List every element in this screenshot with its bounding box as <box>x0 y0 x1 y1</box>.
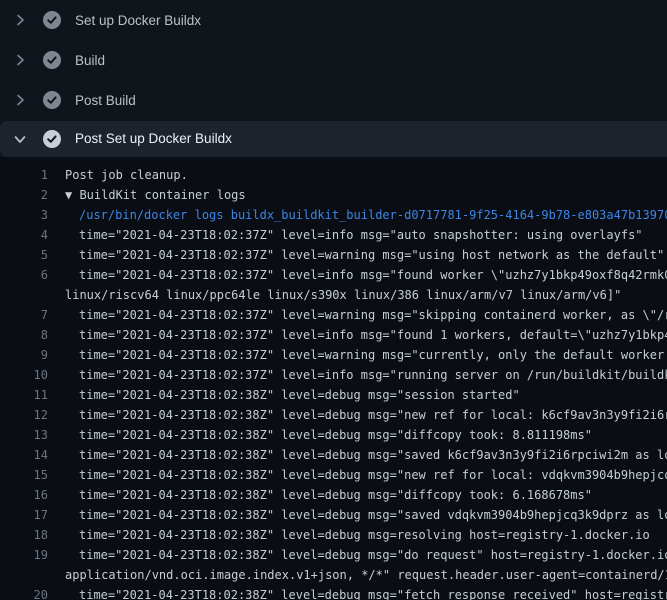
log-line-text: time="2021-04-23T18:02:38Z" level=debug … <box>48 405 667 425</box>
log-line-number[interactable]: 12 <box>0 405 48 425</box>
log-line-text: time="2021-04-23T18:02:38Z" level=debug … <box>48 545 667 565</box>
log-line-number[interactable]: 1 <box>0 165 48 185</box>
log-line-text: time="2021-04-23T18:02:37Z" level=warnin… <box>48 305 667 325</box>
check-circle-icon <box>43 51 61 69</box>
log-line: 7 time="2021-04-23T18:02:37Z" level=warn… <box>0 305 667 325</box>
log-line-text: time="2021-04-23T18:02:38Z" level=debug … <box>48 585 667 600</box>
log-line-number[interactable] <box>0 565 48 585</box>
chevron-right-icon[interactable] <box>12 92 28 108</box>
step-row-post-build[interactable]: Post Build <box>0 80 667 120</box>
log-line-number[interactable]: 18 <box>0 525 48 545</box>
chevron-down-icon[interactable] <box>12 131 28 147</box>
log-line-text: time="2021-04-23T18:02:37Z" level=info m… <box>48 265 667 285</box>
step-row-build[interactable]: Build <box>0 40 667 80</box>
log-line-continuation: linux/riscv64 linux/ppc64le linux/s390x … <box>0 285 667 305</box>
log-line: 11 time="2021-04-23T18:02:38Z" level=deb… <box>0 385 667 405</box>
log-line-number[interactable]: 8 <box>0 325 48 345</box>
check-circle-icon <box>43 11 61 29</box>
step-label: Build <box>75 53 105 68</box>
log-line: 5 time="2021-04-23T18:02:37Z" level=warn… <box>0 245 667 265</box>
log-line-number[interactable]: 4 <box>0 225 48 245</box>
log-line-number[interactable]: 16 <box>0 485 48 505</box>
chevron-right-icon[interactable] <box>12 12 28 28</box>
log-line-text: time="2021-04-23T18:02:38Z" level=debug … <box>48 525 650 545</box>
log-line-number[interactable]: 3 <box>0 205 48 225</box>
log-line: 20 time="2021-04-23T18:02:38Z" level=deb… <box>0 585 667 600</box>
log-line-number[interactable]: 7 <box>0 305 48 325</box>
log-line: 13 time="2021-04-23T18:02:38Z" level=deb… <box>0 425 667 445</box>
log-line: 8 time="2021-04-23T18:02:37Z" level=info… <box>0 325 667 345</box>
log-line-number[interactable]: 20 <box>0 585 48 600</box>
log-line-text: time="2021-04-23T18:02:38Z" level=debug … <box>48 445 667 465</box>
log-line-text: ▼ BuildKit container logs <box>48 185 246 205</box>
step-row-set-up-docker-buildx[interactable]: Set up Docker Buildx <box>0 0 667 40</box>
step-label: Post Set up Docker Buildx <box>75 131 232 146</box>
step-list: Set up Docker Buildx Build <box>0 0 667 157</box>
log-line-text: time="2021-04-23T18:02:38Z" level=debug … <box>48 385 520 405</box>
chevron-right-icon[interactable] <box>12 52 28 68</box>
log-line-text: time="2021-04-23T18:02:38Z" level=debug … <box>48 485 592 505</box>
log-line-number[interactable]: 15 <box>0 465 48 485</box>
log-line-text: time="2021-04-23T18:02:38Z" level=debug … <box>48 505 667 525</box>
log-line-number[interactable]: 5 <box>0 245 48 265</box>
log-line: 19 time="2021-04-23T18:02:38Z" level=deb… <box>0 545 667 565</box>
log-line-text: Post job cleanup. <box>48 165 188 185</box>
check-circle-icon <box>43 130 61 148</box>
log-line: 1 Post job cleanup. <box>0 165 667 185</box>
log-line-text: time="2021-04-23T18:02:37Z" level=warnin… <box>48 345 667 365</box>
log-line-text: time="2021-04-23T18:02:37Z" level=warnin… <box>48 245 664 265</box>
log-group-header: 2 ▼ BuildKit container logs <box>0 185 667 205</box>
log-line: 14 time="2021-04-23T18:02:38Z" level=deb… <box>0 445 667 465</box>
check-circle-icon <box>43 91 61 109</box>
log-line: 10 time="2021-04-23T18:02:37Z" level=inf… <box>0 365 667 385</box>
log-line-number[interactable]: 10 <box>0 365 48 385</box>
step-label: Post Build <box>75 93 136 108</box>
log-viewer: 1 Post job cleanup. 2 ▼ BuildKit contain… <box>0 157 667 600</box>
log-line: 17 time="2021-04-23T18:02:38Z" level=deb… <box>0 505 667 525</box>
log-line-text: time="2021-04-23T18:02:37Z" level=info m… <box>48 325 667 345</box>
log-line-text: time="2021-04-23T18:02:37Z" level=info m… <box>48 225 643 245</box>
log-line: 3 /usr/bin/docker logs buildx_buildkit_b… <box>0 205 667 225</box>
step-row-post-set-up-docker-buildx[interactable]: Post Set up Docker Buildx <box>0 120 667 157</box>
log-line: 16 time="2021-04-23T18:02:38Z" level=deb… <box>0 485 667 505</box>
log-line: 12 time="2021-04-23T18:02:38Z" level=deb… <box>0 405 667 425</box>
log-line-number[interactable]: 13 <box>0 425 48 445</box>
log-line-number[interactable]: 17 <box>0 505 48 525</box>
log-line-text: /usr/bin/docker logs buildx_buildkit_bui… <box>48 205 667 225</box>
log-line: 6 time="2021-04-23T18:02:37Z" level=info… <box>0 265 667 285</box>
step-label: Set up Docker Buildx <box>75 13 201 28</box>
group-collapse-icon[interactable]: ▼ <box>65 188 79 202</box>
log-line: 18 time="2021-04-23T18:02:38Z" level=deb… <box>0 525 667 545</box>
log-line-text: application/vnd.oci.image.index.v1+json,… <box>48 565 667 585</box>
log-line-number[interactable]: 11 <box>0 385 48 405</box>
log-line-continuation: application/vnd.oci.image.index.v1+json,… <box>0 565 667 585</box>
log-line: 9 time="2021-04-23T18:02:37Z" level=warn… <box>0 345 667 365</box>
log-line-number[interactable]: 14 <box>0 445 48 465</box>
log-line-number[interactable]: 9 <box>0 345 48 365</box>
log-line-text: linux/riscv64 linux/ppc64le linux/s390x … <box>48 285 621 305</box>
log-line-number[interactable]: 2 <box>0 185 48 205</box>
log-line-text: time="2021-04-23T18:02:38Z" level=debug … <box>48 425 592 445</box>
log-line: 4 time="2021-04-23T18:02:37Z" level=info… <box>0 225 667 245</box>
log-line-number[interactable]: 19 <box>0 545 48 565</box>
log-line-text: time="2021-04-23T18:02:38Z" level=debug … <box>48 465 667 485</box>
log-line: 15 time="2021-04-23T18:02:38Z" level=deb… <box>0 465 667 485</box>
log-line-number[interactable] <box>0 285 48 305</box>
log-line-number[interactable]: 6 <box>0 265 48 285</box>
log-line-text: time="2021-04-23T18:02:37Z" level=info m… <box>48 365 667 385</box>
